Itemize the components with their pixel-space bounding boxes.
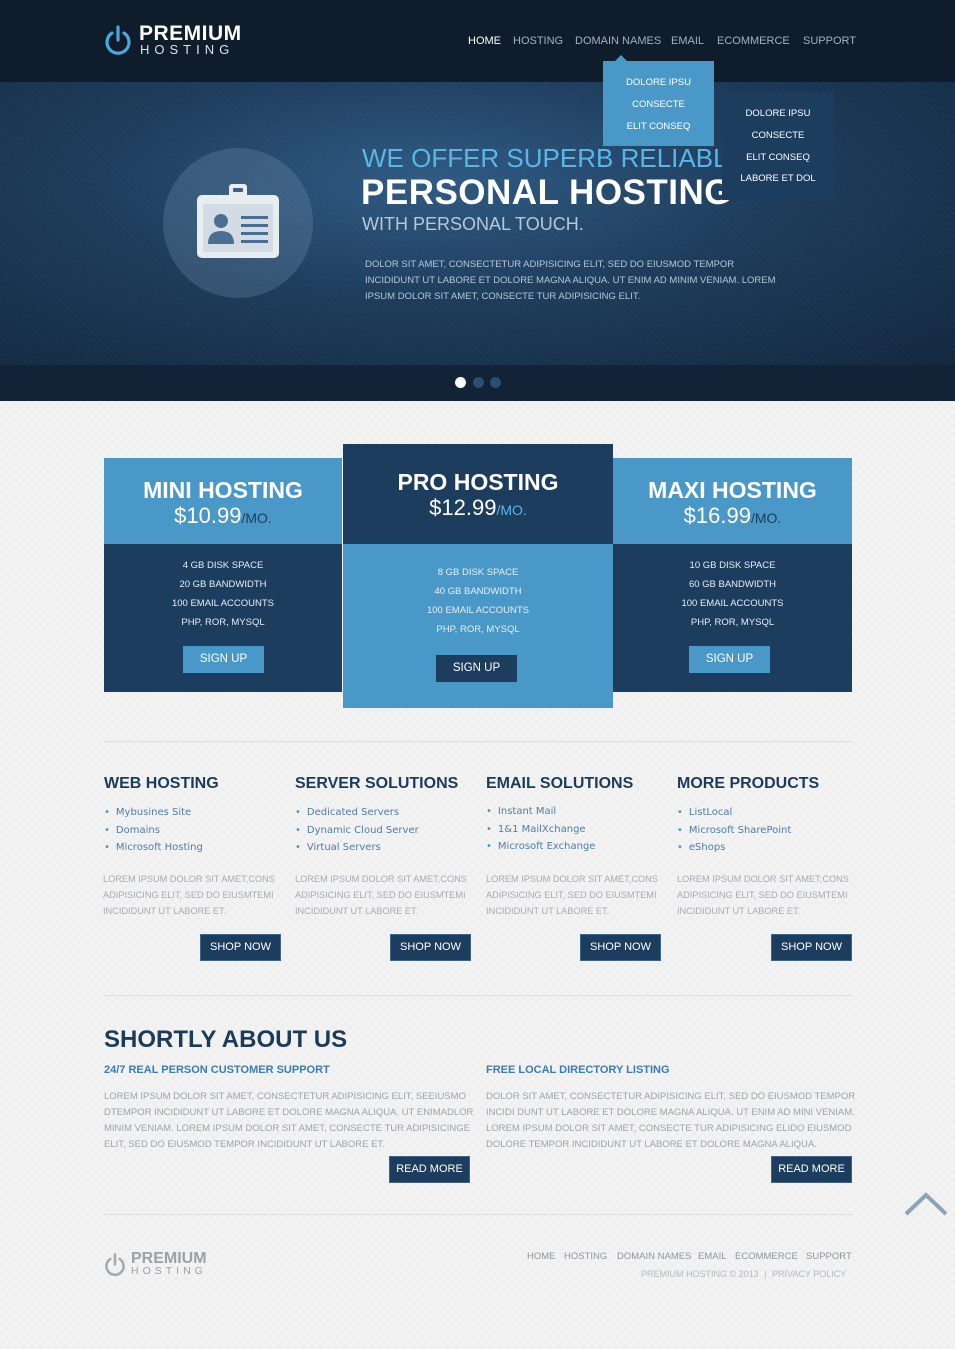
plan-feature: 100 EMAIL ACCOUNTS [171,598,275,609]
plan-mini-features: 4 GB DISK SPACE 20 GB BANDWIDTH 100 EMAI… [104,544,342,692]
shop-now-button[interactable]: SHOP NOW [200,934,281,961]
submenu-item[interactable]: DOLORE IPSU [722,108,834,119]
hero-description: DOLOR SIT AMET, CONSECTETUR ADIPISICING … [365,259,776,302]
power-icon[interactable] [104,24,132,56]
submenu-dropdown: DOLORE IPSU CONSECTE ELIT CONSEQ LABORE … [722,92,834,200]
plan-feature: 10 GB DISK SPACE [689,560,776,571]
divider [104,741,853,742]
product-link[interactable]: 1&1 MailXchange [486,824,586,835]
plan-feature: 100 EMAIL ACCOUNTS [426,605,530,616]
product-title: SERVER SOLUTIONS [295,775,459,792]
nav-home[interactable]: HOME [468,35,501,47]
plan-feature: 60 GB BANDWIDTH [688,579,777,590]
read-more-button[interactable]: READ MORE [771,1156,852,1183]
product-title: EMAIL SOLUTIONS [486,775,634,792]
footer-separator: | [764,1269,767,1279]
product-link[interactable]: Domains [104,825,160,836]
footer-nav-home[interactable]: HOME [527,1251,556,1262]
footer-copyright: PREMIUM HOSTING © 2013 | PRIVACY POLICY [641,1269,846,1279]
plan-pro-header: PRO HOSTING $12.99/MO. [343,444,613,544]
plan-price: $10.99/MO. [174,503,272,528]
product-description: LOREM IPSUM DOLOR SIT AMET,CONS ADIPISIC… [295,874,467,916]
footer-nav-hosting[interactable]: HOSTING [564,1251,607,1262]
plan-feature: 40 GB BANDWIDTH [434,586,522,597]
plan-name: MINI HOSTING [143,477,303,503]
about-text: LOREM IPSUM DOLOR SIT AMET, CONSECTETUR … [104,1091,474,1150]
read-more-button[interactable]: READ MORE [389,1156,470,1183]
plan-maxi-features: 10 GB DISK SPACE 60 GB BANDWIDTH 100 EMA… [613,544,852,692]
footer-nav-ecommerce[interactable]: ECOMMERCE [735,1251,798,1262]
product-title: WEB HOSTING [104,775,219,792]
product-link[interactable]: Microsoft Hosting [104,842,203,853]
about-subtitle: 24/7 REAL PERSON CUSTOMER SUPPORT [104,1064,330,1076]
copyright-text: PREMIUM HOSTING © 2013 [641,1269,759,1279]
logo-tagline[interactable]: HOSTING [140,42,234,57]
signup-button[interactable]: SIGN UP [436,655,517,682]
product-description: LOREM IPSUM DOLOR SIT AMET,CONS ADIPISIC… [103,874,275,916]
dropdown-item[interactable]: CONSECTE [603,99,714,110]
product-title: MORE PRODUCTS [677,775,820,792]
product-link[interactable]: Dedicated Servers [295,807,399,818]
plan-maxi-header: MAXI HOSTING $16.99/MO. [613,458,852,544]
about-title: SHORTLY ABOUT US [104,1026,348,1053]
shop-now-button[interactable]: SHOP NOW [580,934,661,961]
dropdown-item[interactable]: ELIT CONSEQ [603,121,714,132]
product-link[interactable]: Mybusines Site [104,807,191,818]
plan-name: PRO HOSTING [397,469,559,495]
plan-pro-features: 8 GB DISK SPACE 40 GB BANDWIDTH 100 EMAI… [343,544,613,708]
signup-button[interactable]: SIGN UP [183,646,264,673]
product-link[interactable]: Instant Mail [486,806,556,817]
hero-subtitle: WITH PERSONAL TOUCH. [362,214,584,234]
product-link[interactable]: eShops [677,842,726,853]
dropdown-item[interactable]: DOLORE IPSU [603,77,714,88]
product-link[interactable]: Virtual Servers [295,842,381,853]
product-description: LOREM IPSUM DOLOR SIT AMET,CONS ADIPISIC… [486,874,658,916]
submenu-item[interactable]: CONSECTE [722,130,834,141]
shop-now-button[interactable]: SHOP NOW [390,934,471,961]
footer-logo-tagline[interactable]: HOSTING [131,1265,207,1277]
hero-tagline: WE OFFER SUPERB RELIABLE [362,143,745,173]
product-link[interactable]: Dynamic Cloud Server [295,825,419,836]
plan-feature: PHP, ROR, MYSQL [181,617,265,628]
shop-now-button[interactable]: SHOP NOW [771,934,852,961]
nav-email[interactable]: EMAIL [671,35,704,47]
plan-feature: PHP, ROR, MYSQL [436,624,520,635]
submenu-item[interactable]: LABORE ET DOL [722,173,834,184]
privacy-policy-link[interactable]: PRIVACY POLICY [772,1269,846,1279]
power-icon[interactable] [104,1252,126,1277]
nav-ecommerce[interactable]: ECOMMERCE [717,35,790,47]
id-badge-icon [197,184,279,258]
divider [104,995,853,996]
nav-hosting[interactable]: HOSTING [513,35,563,47]
slider-dot-3[interactable] [490,377,501,388]
chevron-up-icon[interactable] [902,1190,950,1218]
plan-price: $16.99/MO. [683,503,782,528]
product-link[interactable]: Microsoft Exchange [486,841,596,852]
nav-domain-names[interactable]: DOMAIN NAMES [575,35,661,47]
about-subtitle: FREE LOCAL DIRECTORY LISTING [486,1064,670,1076]
about-text: DOLOR SIT AMET, CONSECTETUR ADIPISICING … [486,1091,856,1150]
footer-nav-email[interactable]: EMAIL [698,1251,727,1262]
product-link[interactable]: ListLocal [677,807,732,818]
signup-button[interactable]: SIGN UP [689,646,770,673]
hero-title: PERSONAL HOSTING [361,173,733,212]
footer-nav-domain-names[interactable]: DOMAIN NAMES [617,1251,691,1262]
nav-support[interactable]: SUPPORT [803,35,856,47]
plan-price: $12.99/MO. [429,495,527,520]
submenu-item[interactable]: ELIT CONSEQ [722,152,834,163]
product-description: LOREM IPSUM DOLOR SIT AMET,CONS ADIPISIC… [677,874,849,916]
divider [104,1214,853,1215]
plan-name: MAXI HOSTING [648,477,817,503]
domain-names-dropdown: DOLORE IPSU CONSECTE ELIT CONSEQ [603,55,714,146]
plan-mini-header: MINI HOSTING $10.99/MO. [104,458,342,544]
plan-feature: 8 GB DISK SPACE [437,567,519,578]
footer-nav-support[interactable]: SUPPORT [806,1251,852,1262]
plan-feature: PHP, ROR, MYSQL [690,617,775,628]
plan-feature: 20 GB BANDWIDTH [179,579,267,590]
plan-feature: 100 EMAIL ACCOUNTS [681,598,784,609]
slider-dot-1[interactable] [455,377,466,388]
product-link[interactable]: Microsoft SharePoint [677,825,791,836]
plan-feature: 4 GB DISK SPACE [182,560,264,571]
slider-dot-2[interactable] [473,377,484,388]
